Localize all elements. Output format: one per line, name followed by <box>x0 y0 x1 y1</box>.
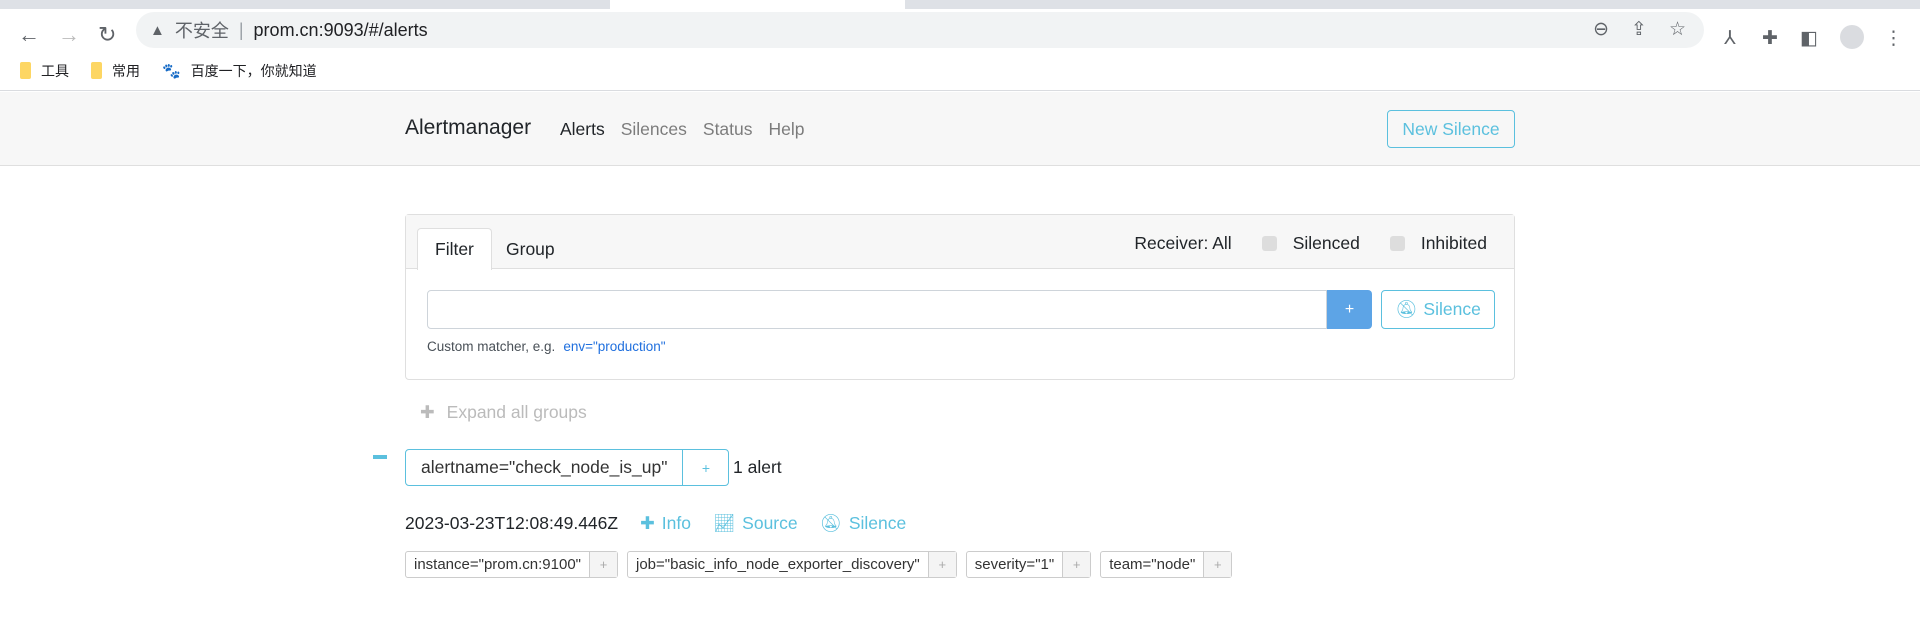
plus-icon: ✚ <box>420 402 435 422</box>
plus-icon: ✚ <box>640 513 655 533</box>
bell-slash-icon: 🔕︎ <box>819 513 842 533</box>
add-label-filter-button[interactable]: + <box>1203 552 1232 577</box>
bookmark-tools[interactable]: 工具 <box>20 61 69 81</box>
bookmark-label: 常用 <box>112 62 140 79</box>
forward-icon[interactable]: → <box>58 22 80 48</box>
group-label[interactable]: alertname="check_node_is_up" <box>406 450 684 485</box>
silenced-checkbox[interactable] <box>1261 236 1277 251</box>
nav-links: Alerts Silences Status Help <box>560 119 805 140</box>
filter-card: Filter Group Receiver: All Silenced Inhi… <box>405 214 1515 380</box>
puzzle-icon[interactable]: ✚ <box>1762 27 1778 50</box>
label-chip: severity="1" + <box>965 551 1092 578</box>
label-chip: instance="prom.cn:9100" + <box>405 551 618 578</box>
inhibited-label: Inhibited <box>1420 233 1487 253</box>
source-link[interactable]: 📈︎ Source <box>713 513 798 534</box>
chart-line-icon: 📈︎ <box>712 513 736 533</box>
active-tab[interactable] <box>610 0 905 9</box>
label-text[interactable]: instance="prom.cn:9100" <box>406 552 589 577</box>
label-chip: job="basic_info_node_exporter_discovery"… <box>627 551 957 578</box>
expand-label: Expand all groups <box>446 402 587 422</box>
back-icon[interactable]: ← <box>18 22 40 48</box>
receiver-dropdown[interactable]: Receiver: All <box>1134 233 1231 254</box>
browser-tab-strip <box>0 0 1920 9</box>
label-text[interactable]: team="node" <box>1101 552 1203 577</box>
brand[interactable]: Alertmanager <box>405 116 531 140</box>
bookmarks-bar: 工具 常用 🐾 百度一下，你就知道 <box>0 51 1920 91</box>
share-icon[interactable]: ⇪ <box>1631 18 1647 41</box>
helper-text: Custom matcher, e.g. env="production" <box>427 339 666 354</box>
group-add-filter-button[interactable]: + <box>683 450 728 485</box>
silence-label: Silence <box>1423 299 1481 319</box>
inhibited-checkbox[interactable] <box>1389 236 1405 251</box>
add-label-filter-button[interactable]: + <box>927 552 956 577</box>
nav-help[interactable]: Help <box>769 119 805 140</box>
security-label: 不安全 <box>174 21 229 41</box>
nav-silences[interactable]: Silences <box>621 119 687 140</box>
alert-count: 1 alert <box>733 457 782 477</box>
alert-row: 2023-03-23T12:08:49.446Z ✚ Info 📈︎ Source … <box>405 513 906 534</box>
extension-icon[interactable]: ⅄ <box>1724 27 1736 50</box>
bookmark-common[interactable]: 常用 <box>91 61 140 81</box>
folder-icon <box>20 62 31 79</box>
label-text[interactable]: job="basic_info_node_exporter_discovery" <box>628 552 928 577</box>
sidepanel-icon[interactable]: ◧ <box>1800 27 1818 50</box>
info-label: Info <box>661 513 691 533</box>
alert-labels: instance="prom.cn:9100" + job="basic_info… <box>405 551 1233 578</box>
info-button[interactable]: ✚ Info <box>640 513 691 534</box>
filter-input[interactable] <box>427 290 1327 329</box>
expand-all-groups-button[interactable]: ✚ Expand all groups <box>420 402 587 423</box>
source-label: Source <box>742 513 798 533</box>
nav-status[interactable]: Status <box>703 119 753 140</box>
group-label-button: alertname="check_node_is_up" + <box>405 449 730 486</box>
divider: | <box>238 19 244 40</box>
alert-timestamp: 2023-03-23T12:08:49.446Z <box>405 513 619 533</box>
silence-filter-button[interactable]: 🔕︎ Silence <box>1381 290 1495 329</box>
silence-label: Silence <box>848 513 907 533</box>
label-chip: team="node" + <box>1100 551 1233 578</box>
menu-icon[interactable]: ⋮ <box>1884 27 1903 50</box>
nav-alerts[interactable]: Alerts <box>560 119 605 140</box>
baidu-paw-icon: 🐾 <box>162 62 181 80</box>
silenced-label: Silenced <box>1292 233 1360 253</box>
browser-toolbar: ← → ↻ ▲ 不安全 | prom.cn:9093/#/alerts ⊖ ⇪ … <box>0 9 1920 51</box>
folder-icon <box>91 62 102 79</box>
new-silence-button[interactable]: New Silence <box>1387 110 1515 148</box>
tab-group[interactable]: Group <box>489 228 572 270</box>
zoom-icon[interactable]: ⊖ <box>1593 18 1609 41</box>
add-filter-button[interactable]: + <box>1327 290 1372 329</box>
example-matcher: env="production" <box>563 339 666 354</box>
bookmark-label: 百度一下，你就知道 <box>190 62 317 79</box>
warning-icon: ▲ <box>150 21 165 39</box>
address-bar[interactable]: ▲ 不安全 | prom.cn:9093/#/alerts ⊖ ⇪ ☆ <box>136 12 1704 48</box>
tab-filter[interactable]: Filter <box>417 228 492 270</box>
label-text[interactable]: severity="1" <box>967 552 1062 577</box>
bookmark-label: 工具 <box>41 62 69 79</box>
filter-card-header: Filter Group Receiver: All Silenced Inhi… <box>406 215 1514 270</box>
collapse-group-icon[interactable] <box>373 455 387 459</box>
add-label-filter-button[interactable]: + <box>589 552 617 577</box>
url-text: prom.cn:9093/#/alerts <box>253 19 428 40</box>
profile-avatar-icon[interactable] <box>1840 25 1864 49</box>
helper-label: Custom matcher, e.g. <box>427 339 556 354</box>
bookmark-baidu[interactable]: 🐾 百度一下，你就知道 <box>162 61 317 81</box>
bell-slash-icon: 🔕︎ <box>1395 299 1418 319</box>
silence-alert-button[interactable]: 🔕︎ Silence <box>820 513 907 534</box>
add-label-filter-button[interactable]: + <box>1062 552 1091 577</box>
star-icon[interactable]: ☆ <box>1669 18 1686 41</box>
navbar: Alertmanager Alerts Silences Status Help… <box>0 92 1920 166</box>
reload-icon[interactable]: ↻ <box>98 22 116 48</box>
